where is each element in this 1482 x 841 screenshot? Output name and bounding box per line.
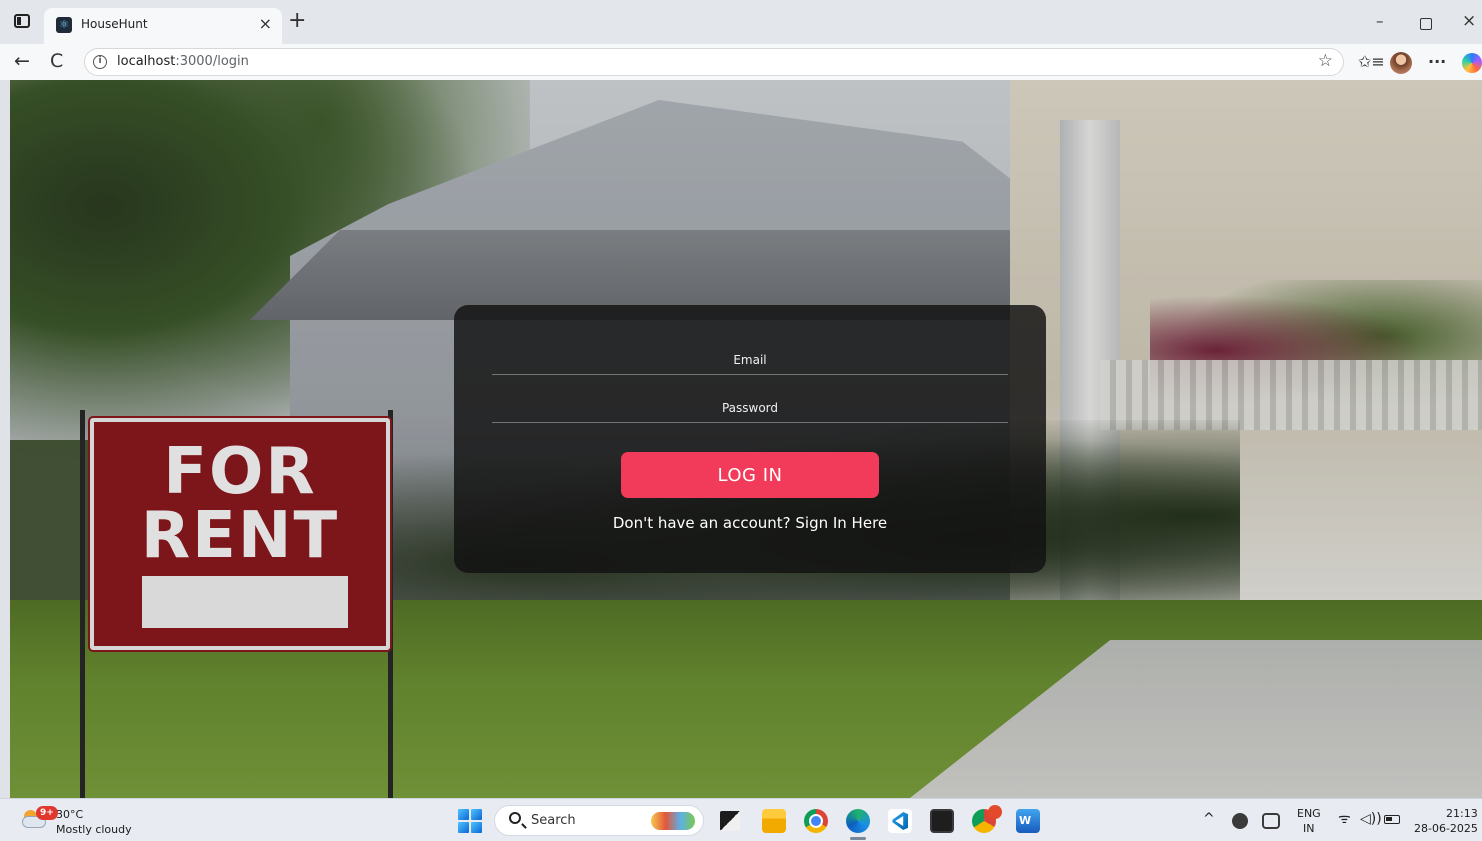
favorites-icon[interactable]: ✩≡ xyxy=(1358,53,1385,71)
input-region[interactable]: IN xyxy=(1303,822,1314,835)
tray-sync-icon[interactable] xyxy=(1262,813,1280,829)
browser-toolbar: ← C i localhost:3000/login ☆ ✩≡ ··· xyxy=(0,44,1482,80)
email-input[interactable] xyxy=(492,345,1008,374)
copilot-icon[interactable] xyxy=(1462,53,1482,73)
favorite-star-icon[interactable]: ☆ xyxy=(1318,51,1333,71)
edge-icon[interactable] xyxy=(846,809,870,833)
battery-icon[interactable] xyxy=(1384,815,1400,824)
site-info-icon[interactable]: i xyxy=(93,55,107,69)
close-tab-icon[interactable]: × xyxy=(259,15,272,33)
page-viewport: FOR RENT LOG IN Don't have an account? S… xyxy=(10,80,1482,798)
file-explorer-icon[interactable] xyxy=(762,809,786,833)
url-path: :3000/login xyxy=(175,54,249,69)
chrome-profile-badge xyxy=(988,805,1002,819)
input-language[interactable]: ENG xyxy=(1297,807,1321,820)
reload-icon[interactable]: C xyxy=(50,50,63,72)
word-icon[interactable] xyxy=(1016,809,1040,833)
address-bar-url: localhost:3000/login xyxy=(117,54,249,69)
search-icon xyxy=(509,812,521,824)
maximize-window-icon[interactable] xyxy=(1420,18,1432,30)
login-form: LOG IN Don't have an account? Sign In He… xyxy=(454,305,1046,573)
tab-actions-icon[interactable] xyxy=(14,14,30,28)
clock-time[interactable]: 21:13 xyxy=(1446,807,1478,820)
profile-avatar[interactable] xyxy=(1390,52,1412,74)
taskbar-search-box[interactable]: Search xyxy=(494,805,704,836)
vscode-icon[interactable] xyxy=(888,809,912,833)
email-field-wrapper xyxy=(492,345,1008,375)
edge-active-indicator xyxy=(850,837,866,840)
close-window-icon[interactable]: × xyxy=(1462,12,1476,30)
password-field-wrapper xyxy=(492,393,1008,423)
clock-date[interactable]: 28-06-2025 xyxy=(1414,822,1478,835)
search-label: Search xyxy=(531,813,576,828)
tray-app-icon[interactable] xyxy=(1232,813,1248,829)
password-input[interactable] xyxy=(492,393,1008,422)
weather-notification-badge: 9+ xyxy=(36,806,58,820)
more-options-icon[interactable]: ··· xyxy=(1428,53,1446,71)
show-hidden-icons-chevron-icon[interactable]: ^ xyxy=(1203,811,1215,827)
signup-prompt: Don't have an account? Sign In Here xyxy=(454,514,1046,532)
login-button[interactable]: LOG IN xyxy=(621,452,879,498)
weather-temperature[interactable]: 30°C xyxy=(56,808,83,821)
windows-taskbar: 9+ 30°C Mostly cloudy Search ^ ENG IN ᯤ … xyxy=(0,798,1482,841)
react-favicon-icon: ⚛ xyxy=(56,17,72,33)
search-highlight-icon xyxy=(651,812,695,830)
tab-title: HouseHunt xyxy=(81,17,148,31)
browser-tab-bar: ⚛ HouseHunt × + – × xyxy=(0,0,1482,44)
signup-link[interactable]: Don't have an account? Sign In Here xyxy=(613,514,887,532)
terminal-icon[interactable] xyxy=(930,809,954,833)
minimize-window-icon[interactable]: – xyxy=(1376,12,1384,30)
wifi-icon[interactable]: ᯤ xyxy=(1338,811,1351,827)
weather-condition[interactable]: Mostly cloudy xyxy=(56,823,132,836)
windows-start-icon[interactable] xyxy=(458,809,482,833)
volume-icon[interactable]: ◁)) xyxy=(1360,811,1382,827)
chrome-icon[interactable] xyxy=(804,809,828,833)
address-bar[interactable]: i localhost:3000/login ☆ xyxy=(84,48,1344,76)
back-arrow-icon[interactable]: ← xyxy=(14,50,30,72)
new-tab-icon[interactable]: + xyxy=(288,8,306,34)
url-host: localhost xyxy=(117,54,176,69)
task-view-icon[interactable] xyxy=(720,811,740,831)
browser-tab-househunt[interactable]: ⚛ HouseHunt × xyxy=(44,8,282,44)
